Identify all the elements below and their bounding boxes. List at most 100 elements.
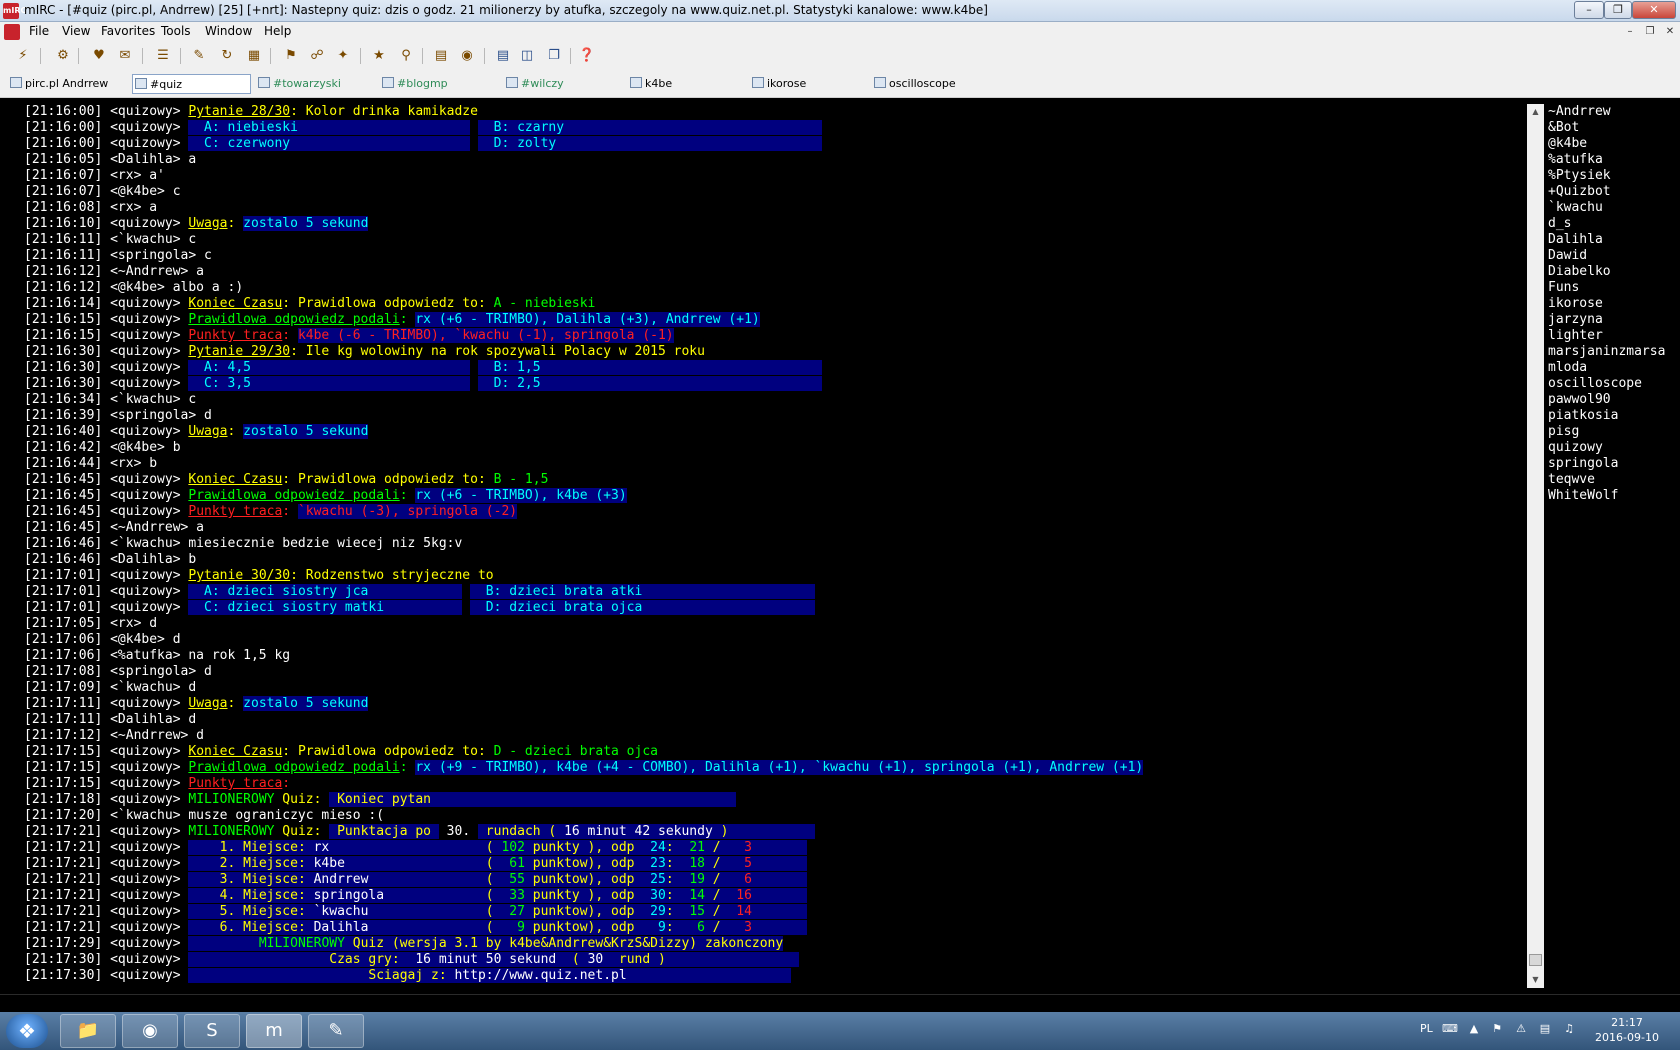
chat-segment: [21:16:30] <quizowy> bbox=[24, 360, 189, 375]
chat-segment: Punktacja po bbox=[329, 824, 439, 839]
channels-list-icon[interactable]: ☰ bbox=[154, 47, 172, 65]
menu-window[interactable]: Window bbox=[205, 24, 252, 38]
nicklist-item[interactable]: lighter bbox=[1548, 328, 1680, 344]
help-icon[interactable]: ❓ bbox=[578, 47, 596, 65]
menu-view[interactable]: View bbox=[62, 24, 90, 38]
start-button[interactable]: ❖ bbox=[6, 1014, 48, 1048]
nicklist-item[interactable]: WhiteWolf bbox=[1548, 488, 1680, 504]
nicklist-item[interactable]: pisg bbox=[1548, 424, 1680, 440]
chat-segment: / bbox=[704, 888, 737, 903]
nicklist-item[interactable]: jarzyna bbox=[1548, 312, 1680, 328]
flag-icon[interactable]: ⚑ bbox=[1490, 1022, 1504, 1036]
menu-tools[interactable]: Tools bbox=[161, 24, 191, 38]
channel-scrollbar[interactable]: ▲ ▼ bbox=[1527, 104, 1544, 988]
url-list-icon[interactable]: ☍ bbox=[308, 47, 326, 65]
logs-icon[interactable]: ★ bbox=[370, 47, 388, 65]
message-input[interactable] bbox=[0, 994, 1680, 1012]
switchbar-tab-ikorose[interactable]: ikorose bbox=[750, 74, 868, 94]
channel-window-icon[interactable] bbox=[4, 24, 20, 40]
clock[interactable]: 21:17 2016-09-10 bbox=[1590, 1015, 1664, 1045]
explorer-icon[interactable]: 📁 bbox=[60, 1014, 116, 1048]
nicklist-item[interactable]: Funs bbox=[1548, 280, 1680, 296]
channel-window-icon bbox=[258, 77, 270, 88]
nicklist-item[interactable]: mloda bbox=[1548, 360, 1680, 376]
show-hidden-icons-icon[interactable]: ▲ bbox=[1467, 1022, 1481, 1036]
nicklist-item[interactable]: Dalihla bbox=[1548, 232, 1680, 248]
address-book-icon[interactable]: ✉ bbox=[116, 47, 134, 65]
paint-icon[interactable]: ✎ bbox=[308, 1014, 364, 1048]
favorites-icon[interactable]: ♥ bbox=[90, 47, 108, 65]
scrollbar-thumb[interactable] bbox=[1529, 954, 1542, 966]
nicklist[interactable]: ~Andrrew &Bot @k4be %atufka %Ptysiek +Quizbot… bbox=[1548, 104, 1680, 988]
chat-segment: D: dzieci brata ojca bbox=[470, 600, 815, 615]
tile-horizontal-icon[interactable]: ▤ bbox=[494, 47, 512, 65]
notify-icon[interactable]: ⚑ bbox=[282, 47, 300, 65]
received-icon[interactable]: ▤ bbox=[432, 47, 450, 65]
chat-segment: : bbox=[665, 888, 690, 903]
switchbar-tab-oscilloscope[interactable]: oscilloscope bbox=[872, 74, 992, 94]
nicklist-item[interactable]: `kwachu bbox=[1548, 200, 1680, 216]
nicklist-item[interactable]: springola bbox=[1548, 456, 1680, 472]
connect-icon[interactable]: ⚡ bbox=[14, 47, 32, 65]
nicklist-item[interactable]: teqwve bbox=[1548, 472, 1680, 488]
tile-vertical-icon[interactable]: ◫ bbox=[518, 47, 536, 65]
browse-icon[interactable]: ⚲ bbox=[397, 47, 415, 65]
channel-text-area[interactable]: [21:16:00] <quizowy> Pytanie 28/30: Kolo… bbox=[24, 104, 1524, 988]
scripts-icon[interactable]: ✎ bbox=[190, 47, 208, 65]
mdi-restore-button[interactable]: ❐ bbox=[1642, 25, 1658, 39]
menu-favorites[interactable]: Favorites bbox=[101, 24, 155, 38]
scroll-down-arrow-icon[interactable]: ▼ bbox=[1527, 972, 1544, 988]
nicklist-item[interactable]: %Ptysiek bbox=[1548, 168, 1680, 184]
menu-file[interactable]: File bbox=[29, 24, 49, 38]
mirc-icon[interactable]: m bbox=[246, 1014, 302, 1048]
menu-help[interactable]: Help bbox=[264, 24, 291, 38]
nicklist-item[interactable]: ~Andrrew bbox=[1548, 104, 1680, 120]
nicklist-item[interactable]: Dawid bbox=[1548, 248, 1680, 264]
toolbar-separator bbox=[422, 48, 423, 64]
security-icon[interactable]: ⚠ bbox=[1514, 1022, 1528, 1036]
minimize-button[interactable]: – bbox=[1574, 1, 1604, 19]
volume-icon[interactable]: ♫ bbox=[1562, 1022, 1576, 1036]
skype-icon[interactable]: S bbox=[184, 1014, 240, 1048]
switchbar-tab-quiz[interactable]: #quiz bbox=[132, 74, 251, 94]
switchbar-tab-blogmp[interactable]: #blogmp bbox=[380, 74, 498, 94]
switchbar-tab-k4be[interactable]: k4be bbox=[628, 74, 746, 94]
switchbar-tab-status[interactable]: pirc.pl Andrrew bbox=[8, 74, 128, 94]
chat-segment: [21:17:01] <quizowy> bbox=[24, 568, 189, 583]
colors-icon[interactable]: ✦ bbox=[334, 47, 352, 65]
chat-line: [21:17:01] <quizowy> C: dzieci siostry m… bbox=[24, 600, 1524, 616]
nicklist-item[interactable]: marsjaninzmarsa bbox=[1548, 344, 1680, 360]
nicklist-item[interactable]: piatkosia bbox=[1548, 408, 1680, 424]
maximize-button[interactable]: ❐ bbox=[1604, 1, 1632, 19]
display-icon[interactable]: ▤ bbox=[1538, 1022, 1552, 1036]
nicklist-item[interactable]: &Bot bbox=[1548, 120, 1680, 136]
options-icon[interactable]: ⚙ bbox=[54, 47, 72, 65]
chat-segment bbox=[470, 376, 478, 391]
nicklist-item[interactable]: +Quizbot bbox=[1548, 184, 1680, 200]
dcc-send-icon[interactable]: ↻ bbox=[218, 47, 236, 65]
dcc-chat-icon[interactable]: ▦ bbox=[245, 47, 263, 65]
chat-line: [21:17:21] <quizowy> 6. Miejsce: Dalihla… bbox=[24, 920, 1524, 936]
scroll-up-arrow-icon[interactable]: ▲ bbox=[1527, 104, 1544, 120]
chat-line: [21:17:29] <quizowy> MILIONEROWY Quiz (w… bbox=[24, 936, 1524, 952]
chat-segment: [21:16:07] <@k4be> c bbox=[24, 184, 181, 199]
nicklist-item[interactable]: d_s bbox=[1548, 216, 1680, 232]
mirc-app-icon[interactable]: mIRC bbox=[3, 3, 26, 19]
nicklist-item[interactable]: pawwol90 bbox=[1548, 392, 1680, 408]
close-button[interactable]: ✕ bbox=[1632, 1, 1676, 19]
nicklist-item[interactable]: quizowy bbox=[1548, 440, 1680, 456]
nicklist-item[interactable]: @k4be bbox=[1548, 136, 1680, 152]
switchbar-tab-wilczy[interactable]: #wilczy bbox=[504, 74, 622, 94]
nicklist-item[interactable]: ikorose bbox=[1548, 296, 1680, 312]
keyboard-icon[interactable]: ⌨ bbox=[1442, 1022, 1458, 1036]
cascade-icon[interactable]: ❐ bbox=[545, 47, 563, 65]
switchbar-tab-towarzyski[interactable]: #towarzyski bbox=[256, 74, 374, 94]
nicklist-item[interactable]: %atufka bbox=[1548, 152, 1680, 168]
mdi-minimize-button[interactable]: – bbox=[1622, 25, 1638, 39]
received-folder-icon[interactable]: ◉ bbox=[458, 47, 476, 65]
nicklist-item[interactable]: oscilloscope bbox=[1548, 376, 1680, 392]
nicklist-item[interactable]: Diabelko bbox=[1548, 264, 1680, 280]
language-indicator[interactable]: PL bbox=[1420, 1022, 1433, 1035]
firefox-icon[interactable]: ◉ bbox=[122, 1014, 178, 1048]
mdi-close-button[interactable]: ✕ bbox=[1662, 25, 1678, 39]
